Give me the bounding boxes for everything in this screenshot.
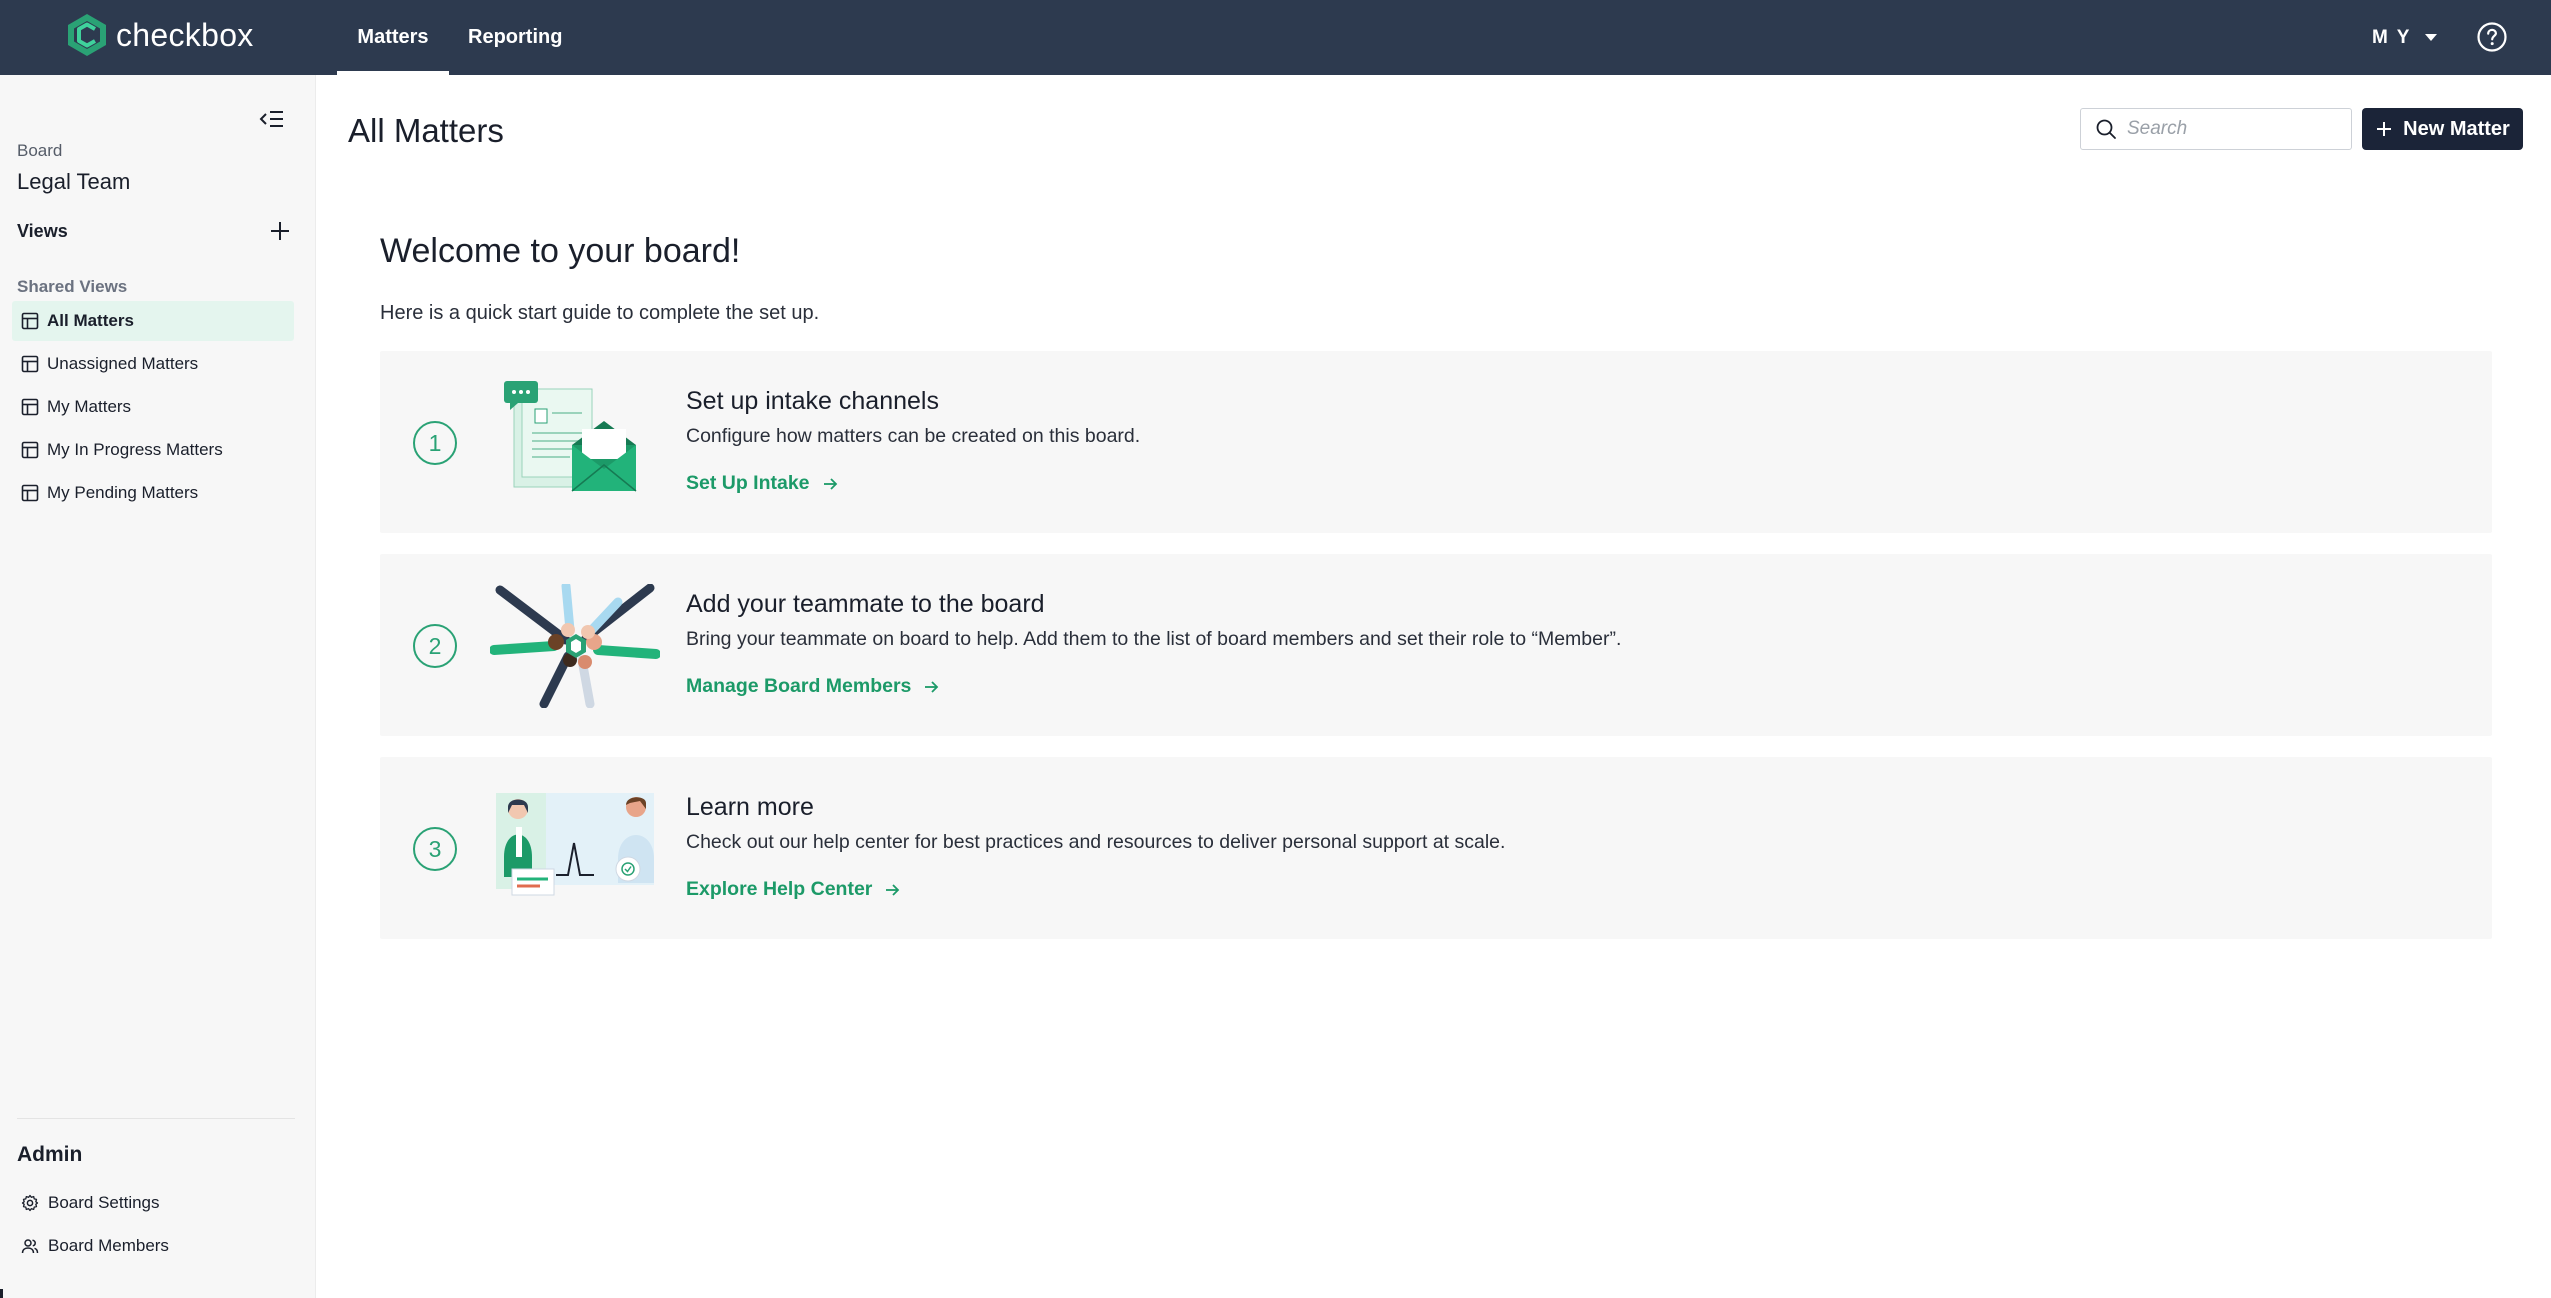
sidebar-item-unassigned-matters[interactable]: Unassigned Matters [12, 344, 294, 384]
arrow-right-icon [886, 883, 900, 896]
arrow-right-icon [925, 680, 939, 693]
page-title: All Matters [348, 112, 504, 149]
step-link-label: Manage Board Members [686, 675, 912, 697]
sidebar-item-label: My Matters [47, 397, 132, 416]
sidebar-item-my-in-progress-matters[interactable]: My In Progress Matters [12, 430, 294, 470]
team-hands-illustration [490, 584, 660, 708]
step-description: Bring your teammate on board to help. Ad… [686, 628, 1622, 650]
tab-reporting-label: Reporting [468, 26, 563, 48]
intake-illustration [504, 381, 637, 492]
board-settings-label: Board Settings [48, 1193, 160, 1212]
step-description: Check out our help center for best pract… [686, 831, 1506, 853]
admin-divider [17, 1118, 295, 1119]
checkbox-logo[interactable]: checkbox [64, 12, 254, 58]
sidebar-item-my-pending-matters[interactable]: My Pending Matters [12, 473, 294, 513]
sidebar-item-board-members[interactable]: Board Members [21, 1231, 169, 1261]
step-link-label: Explore Help Center [686, 878, 873, 900]
gear-icon [21, 1194, 39, 1212]
users-icon [21, 1239, 39, 1254]
brand-name: checkbox [116, 16, 254, 53]
step-number: 1 [413, 421, 457, 465]
new-matter-button[interactable]: New Matter [2362, 108, 2523, 150]
sidebar: Board Legal Team Views Shared Views All … [0, 75, 316, 1298]
step-number: 3 [413, 827, 457, 871]
sidebar-item-my-matters[interactable]: My Matters [12, 387, 294, 427]
step-card-intake: 1 Set up intake channels Configure how m… [380, 351, 2492, 533]
board-name: Legal Team [17, 169, 131, 194]
manage-board-members-link[interactable]: Manage Board Members [686, 675, 939, 698]
help-center-illustration [496, 793, 654, 896]
step-card-learn-more: 3 Learn more Check out our help center f… [380, 757, 2492, 939]
search-input[interactable] [2127, 118, 2327, 140]
new-matter-label: New Matter [2403, 117, 2510, 140]
table-icon [21, 312, 39, 330]
search-icon [2096, 119, 2116, 139]
explore-help-center-link[interactable]: Explore Help Center [686, 878, 900, 901]
welcome-heading: Welcome to your board! [380, 232, 741, 270]
plus-icon [2377, 122, 2392, 136]
step-card-teammate: 2 Add your teammate to the board Bring y… [380, 554, 2492, 736]
step-description: Configure how matters can be created on … [686, 425, 1141, 447]
table-icon [21, 398, 39, 416]
shared-views-heading: Shared Views [17, 277, 128, 296]
shared-views-list: All Matters Unassigned Matters My Matter… [12, 301, 294, 516]
step-title: Set up intake channels [686, 387, 939, 415]
tab-matters-label: Matters [357, 26, 429, 48]
table-icon [21, 441, 39, 459]
sidebar-item-label: All Matters [47, 311, 134, 330]
sidebar-item-all-matters[interactable]: All Matters [12, 301, 294, 341]
arrow-right-icon [823, 477, 837, 490]
table-icon [21, 355, 39, 373]
step-title: Learn more [686, 793, 814, 821]
board-caption: Board [17, 141, 63, 160]
admin-heading: Admin [17, 1143, 83, 1166]
sidebar-item-label: My Pending Matters [47, 483, 199, 502]
help-circle-icon[interactable] [2476, 21, 2508, 53]
tab-matters[interactable]: Matters [337, 0, 449, 75]
search-box[interactable] [2080, 108, 2352, 150]
set-up-intake-link[interactable]: Set Up Intake [686, 472, 838, 495]
tab-reporting[interactable]: Reporting [448, 0, 582, 75]
step-number: 2 [413, 624, 457, 668]
collapse-sidebar-icon[interactable] [258, 105, 286, 133]
checkbox-logo-icon [68, 14, 106, 56]
window-corner-mark [0, 1289, 3, 1298]
user-initials: M Y [2372, 26, 2412, 48]
chevron-down-icon [2425, 34, 2438, 41]
top-navigation-bar: checkbox Matters Reporting M Y [0, 0, 2551, 75]
table-icon [21, 484, 39, 502]
board-members-label: Board Members [48, 1236, 169, 1255]
sidebar-item-label: My In Progress Matters [47, 440, 223, 459]
user-menu[interactable]: M Y [2372, 0, 2438, 75]
sidebar-item-board-settings[interactable]: Board Settings [21, 1188, 160, 1218]
step-link-label: Set Up Intake [686, 472, 810, 494]
welcome-subtitle: Here is a quick start guide to complete … [380, 302, 820, 324]
sidebar-item-label: Unassigned Matters [47, 354, 199, 373]
step-title: Add your teammate to the board [686, 590, 1045, 618]
views-heading: Views [17, 221, 68, 241]
add-view-icon[interactable] [268, 219, 292, 243]
